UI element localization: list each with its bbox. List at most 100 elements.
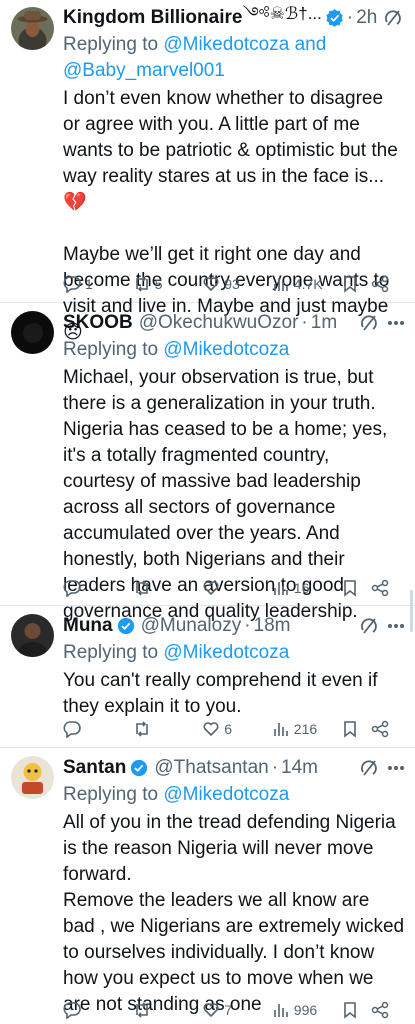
grok-icon[interactable] <box>359 616 379 636</box>
tweet[interactable]: SKOOB @OkechukwuOzor · 1m Replying to @M… <box>0 303 415 622</box>
display-name-suffix[interactable]: ༺☠︎︎ℬ†... <box>242 4 321 32</box>
scrollbar[interactable] <box>410 590 413 632</box>
bookmark-button[interactable] <box>341 1001 363 1019</box>
reply-button[interactable]: 1 <box>63 275 125 293</box>
share-icon <box>371 1001 389 1019</box>
timestamp[interactable]: 1m <box>311 312 337 334</box>
views-button[interactable]: 996 <box>272 1001 334 1019</box>
avatar[interactable] <box>11 7 54 50</box>
replying-to: Replying to @Mikedotcoza <box>63 782 405 808</box>
more-options-icon[interactable] <box>387 623 405 629</box>
retweet-button[interactable] <box>133 720 195 738</box>
like-button[interactable]: 7 <box>202 1001 264 1019</box>
display-name[interactable]: Kingdom Billionaire <box>63 7 242 29</box>
retweet-icon <box>135 1002 148 1018</box>
separator-dot: · <box>301 312 308 333</box>
display-name[interactable]: Santan <box>63 757 126 779</box>
timestamp[interactable]: 2h <box>356 7 377 29</box>
tweet[interactable]: Muna @Munalozy · 18m Replying to @Mikedo… <box>0 606 415 748</box>
more-options-icon[interactable] <box>387 765 405 771</box>
retweet-icon <box>135 580 148 596</box>
reply-button[interactable] <box>63 579 125 597</box>
like-button[interactable]: 6 <box>202 720 264 738</box>
tweet[interactable]: Kingdom Billionaire ༺☠︎︎ℬ†... · 2h Replyi… <box>0 0 415 343</box>
avatar[interactable] <box>11 756 54 799</box>
bookmark-button[interactable] <box>341 579 363 597</box>
mention-link[interactable]: @Mikedotcoza <box>163 642 289 663</box>
replying-to-label: Replying to <box>63 339 159 360</box>
tweet-actions: 1 5 93 4.7K <box>63 273 393 295</box>
heart-icon <box>203 277 219 292</box>
tweet-feed: Kingdom Billionaire ༺☠︎︎ℬ†... · 2h Replyi… <box>0 0 415 1024</box>
retweet-icon <box>135 276 148 292</box>
tweet-actions: 16 <box>63 577 393 599</box>
share-icon <box>371 579 389 597</box>
grok-icon[interactable] <box>359 313 379 333</box>
view-count: 216 <box>293 721 318 737</box>
bookmark-button[interactable] <box>341 275 363 293</box>
timestamp[interactable]: 18m <box>254 615 291 637</box>
tweet-text: You can't really comprehend it even if t… <box>63 670 383 717</box>
like-count: 6 <box>224 721 232 737</box>
views-button[interactable]: 216 <box>272 720 334 738</box>
views-icon <box>273 1004 288 1017</box>
view-count: 4.7K <box>293 276 323 292</box>
like-button[interactable] <box>202 579 264 597</box>
mention-link[interactable]: @Mikedotcoza <box>163 784 289 805</box>
and-text[interactable]: and <box>295 34 327 55</box>
avatar[interactable] <box>11 311 54 354</box>
tweet-header: Muna @Munalozy · 18m <box>63 612 405 640</box>
replying-to-label: Replying to <box>63 784 159 805</box>
retweet-count: 5 <box>154 276 163 292</box>
mention-link[interactable]: @Baby_marvel001 <box>63 60 225 81</box>
avatar[interactable] <box>11 614 54 657</box>
share-button[interactable] <box>371 275 393 293</box>
grok-icon[interactable] <box>359 758 379 778</box>
avatar-cowboy-hat-icon <box>11 7 54 50</box>
heart-icon <box>203 722 219 737</box>
handle[interactable]: @OkechukwuOzor <box>139 312 299 334</box>
share-button[interactable] <box>371 1001 393 1019</box>
reply-icon <box>63 721 81 738</box>
mention-link[interactable]: @Mikedotcoza <box>163 339 289 360</box>
bookmark-button[interactable] <box>341 720 363 738</box>
retweet-button[interactable] <box>133 1001 195 1019</box>
separator-dot: · <box>271 757 279 778</box>
reply-button[interactable] <box>63 720 125 738</box>
display-name[interactable]: SKOOB <box>63 312 133 334</box>
like-button[interactable]: 93 <box>202 275 264 293</box>
timestamp[interactable]: 14m <box>281 757 318 779</box>
tweet[interactable]: Santan @Thatsantan · 14m Replying to @Mi… <box>0 748 415 1024</box>
replying-to: Replying to @Mikedotcoza and @Baby_marve… <box>63 32 405 84</box>
share-icon <box>371 275 389 293</box>
share-button[interactable] <box>371 579 393 597</box>
verified-badge-icon <box>326 9 343 27</box>
reply-icon <box>63 580 81 597</box>
tweet-actions: 7 996 <box>63 999 393 1021</box>
views-button[interactable]: 4.7K <box>272 275 334 293</box>
avatar-dark-icon <box>11 311 54 354</box>
more-options-icon[interactable] <box>387 320 405 326</box>
mention-link[interactable]: @Mikedotcoza <box>163 34 289 55</box>
reply-button[interactable] <box>63 1001 125 1019</box>
views-button[interactable]: 16 <box>272 579 334 597</box>
display-name[interactable]: Muna <box>63 615 113 637</box>
avatar-cartoon-icon <box>11 756 54 799</box>
reply-icon <box>63 1002 81 1019</box>
reply-icon <box>63 276 81 293</box>
handle[interactable]: @Thatsantan <box>154 757 268 779</box>
bookmark-icon <box>344 276 357 293</box>
share-button[interactable] <box>371 720 393 738</box>
like-count: 7 <box>224 1002 232 1018</box>
separator-dot: · <box>346 7 354 28</box>
replying-to: Replying to @Mikedotcoza <box>63 640 405 666</box>
views-icon <box>273 278 288 291</box>
avatar-person-icon <box>11 614 54 657</box>
retweet-button[interactable]: 5 <box>133 275 195 293</box>
tweet-text: All of you in the tread defending Nigeri… <box>63 812 405 1015</box>
bookmark-icon <box>344 580 357 597</box>
grok-icon[interactable] <box>383 8 403 28</box>
handle[interactable]: @Munalozy <box>141 615 242 637</box>
retweet-button[interactable] <box>133 579 195 597</box>
views-icon <box>273 723 288 736</box>
